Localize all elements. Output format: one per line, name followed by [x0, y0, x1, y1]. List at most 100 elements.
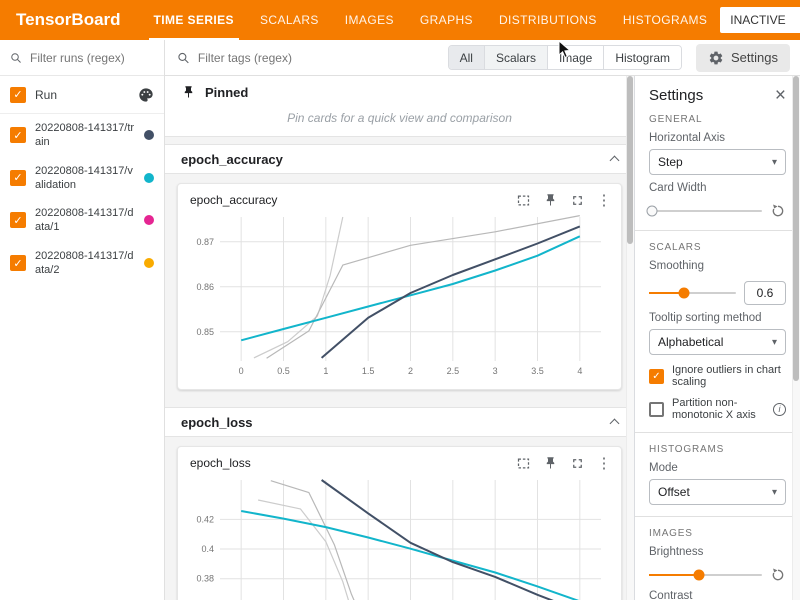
more-options-icon[interactable]: ⋮ [595, 454, 613, 472]
run-name: 20220808-141317/data/1 [35, 206, 135, 235]
card-title: epoch_loss [190, 456, 514, 470]
pinned-empty-message: Pin cards for a quick view and compariso… [181, 100, 618, 128]
epoch-accuracy-chart[interactable]: 00.511.522.533.540.850.860.87 [180, 211, 613, 381]
section-header-epoch-accuracy[interactable]: epoch_accuracy [165, 144, 634, 174]
run-name: 20220808-141317/data/2 [35, 249, 135, 278]
fullscreen-icon[interactable] [568, 454, 586, 472]
tooltip-sorting-select[interactable]: Alphabetical ▾ [649, 329, 786, 355]
pinned-title: Pinned [205, 85, 248, 100]
pin-card-icon[interactable] [541, 454, 559, 472]
run-color-dot [144, 130, 154, 140]
filter-all-button[interactable]: All [449, 46, 484, 69]
settings-scrollbar-thumb[interactable] [793, 76, 799, 381]
filter-image-button[interactable]: Image [547, 46, 603, 69]
run-row-train[interactable]: ✓ 20220808-141317/train [0, 114, 164, 157]
svg-text:0.85: 0.85 [196, 327, 214, 337]
card-width-slider[interactable] [649, 210, 762, 212]
images-section-label: IMAGES [649, 528, 786, 539]
tag-type-filter-group: All Scalars Image Histogram [448, 45, 682, 70]
reset-icon[interactable] [770, 567, 786, 583]
run-checkbox[interactable]: ✓ [10, 170, 26, 186]
run-row-data-2[interactable]: ✓ 20220808-141317/data/2 [0, 242, 164, 285]
run-row-data-1[interactable]: ✓ 20220808-141317/data/1 [0, 199, 164, 242]
filter-histogram-button[interactable]: Histogram [603, 46, 681, 69]
reset-icon[interactable] [770, 203, 786, 219]
nav-tabs: TIME SERIES SCALARS IMAGES GRAPHS DISTRI… [141, 0, 721, 40]
svg-text:0.4: 0.4 [201, 544, 214, 554]
ignore-outliers-label: Ignore outliers in chart scaling [672, 364, 786, 388]
fit-domain-icon[interactable] [514, 454, 532, 472]
section-header-epoch-loss[interactable]: epoch_loss [165, 407, 634, 437]
filter-runs-row [0, 40, 164, 76]
palette-icon[interactable] [138, 87, 154, 103]
fullscreen-icon[interactable] [568, 191, 586, 209]
scalars-section-label: SCALARS [649, 242, 786, 253]
tab-time-series[interactable]: TIME SERIES [141, 0, 247, 40]
run-column-label: Run [35, 88, 129, 102]
chevron-down-icon: ▾ [772, 157, 777, 168]
svg-text:1: 1 [323, 366, 328, 376]
section-title: epoch_accuracy [181, 152, 283, 167]
histogram-mode-value: Offset [658, 485, 690, 499]
settings-scrollbar[interactable] [792, 76, 800, 600]
svg-text:3: 3 [493, 366, 498, 376]
settings-button[interactable]: Settings [696, 44, 790, 72]
run-color-dot [144, 215, 154, 225]
divider [635, 516, 800, 517]
smoothing-value-input[interactable] [744, 281, 786, 305]
chevron-down-icon: ▾ [772, 487, 777, 498]
reload-status-dropdown[interactable]: INACTIVE ▾ [720, 7, 800, 33]
partition-x-axis-row[interactable]: ✓ Partition non-monotonic X axis i [649, 397, 786, 421]
tab-images[interactable]: IMAGES [332, 0, 407, 40]
histogram-mode-select[interactable]: Offset ▾ [649, 479, 786, 505]
run-row-validation[interactable]: ✓ 20220808-141317/validation [0, 157, 164, 200]
card-title: epoch_accuracy [190, 193, 514, 207]
smoothing-label: Smoothing [649, 260, 786, 272]
ignore-outliers-row[interactable]: ✓ Ignore outliers in chart scaling [649, 364, 786, 388]
run-name: 20220808-141317/validation [35, 164, 135, 193]
tab-histograms[interactable]: HISTOGRAMS [610, 0, 720, 40]
filter-scalars-button[interactable]: Scalars [484, 46, 547, 69]
pin-card-icon[interactable] [541, 191, 559, 209]
header-actions: INACTIVE ▾ ? [720, 7, 800, 33]
run-list-header: ✓ Run [0, 76, 164, 114]
main-scrollbar-thumb[interactable] [627, 76, 633, 244]
filter-runs-input[interactable] [30, 51, 154, 65]
fit-domain-icon[interactable] [514, 191, 532, 209]
epoch-loss-chart[interactable]: 00.511.522.533.540.360.380.40.42 [180, 474, 613, 600]
filter-tags-input[interactable] [198, 51, 448, 65]
smoothing-slider[interactable] [649, 292, 736, 294]
svg-text:2.5: 2.5 [447, 366, 460, 376]
svg-text:0: 0 [239, 366, 244, 376]
svg-text:0.86: 0.86 [196, 282, 214, 292]
run-checkbox[interactable]: ✓ [10, 127, 26, 143]
run-checkbox[interactable]: ✓ [10, 255, 26, 271]
chevron-down-icon: ▾ [772, 337, 777, 348]
ignore-outliers-checkbox[interactable]: ✓ [649, 369, 664, 384]
main-scrollbar[interactable] [626, 76, 634, 600]
more-options-icon[interactable]: ⋮ [595, 191, 613, 209]
tensorboard-app: TensorBoard TIME SERIES SCALARS IMAGES G… [0, 0, 800, 600]
runs-sidebar: ✓ Run ✓ 20220808-141317/train ✓ 20220808… [0, 40, 165, 600]
tab-scalars[interactable]: SCALARS [247, 0, 332, 40]
svg-text:0.42: 0.42 [196, 514, 214, 524]
svg-text:1.5: 1.5 [362, 366, 375, 376]
run-name: 20220808-141317/train [35, 121, 135, 150]
app-header: TensorBoard TIME SERIES SCALARS IMAGES G… [0, 0, 800, 40]
horizontal-axis-select[interactable]: Step ▾ [649, 149, 786, 175]
search-icon [10, 51, 22, 65]
tab-graphs[interactable]: GRAPHS [407, 0, 486, 40]
tooltip-sorting-label: Tooltip sorting method [649, 312, 786, 324]
run-checkbox[interactable]: ✓ [10, 212, 26, 228]
tab-distributions[interactable]: DISTRIBUTIONS [486, 0, 610, 40]
partition-x-axis-checkbox[interactable]: ✓ [649, 402, 664, 417]
brightness-slider[interactable] [649, 574, 762, 576]
run-color-dot [144, 258, 154, 268]
close-icon[interactable]: × [775, 86, 786, 105]
info-icon[interactable]: i [773, 403, 786, 416]
pin-icon [181, 85, 196, 100]
select-all-runs-checkbox[interactable]: ✓ [10, 87, 26, 103]
divider [635, 230, 800, 231]
svg-text:0.5: 0.5 [277, 366, 290, 376]
tooltip-sorting-value: Alphabetical [658, 335, 723, 349]
